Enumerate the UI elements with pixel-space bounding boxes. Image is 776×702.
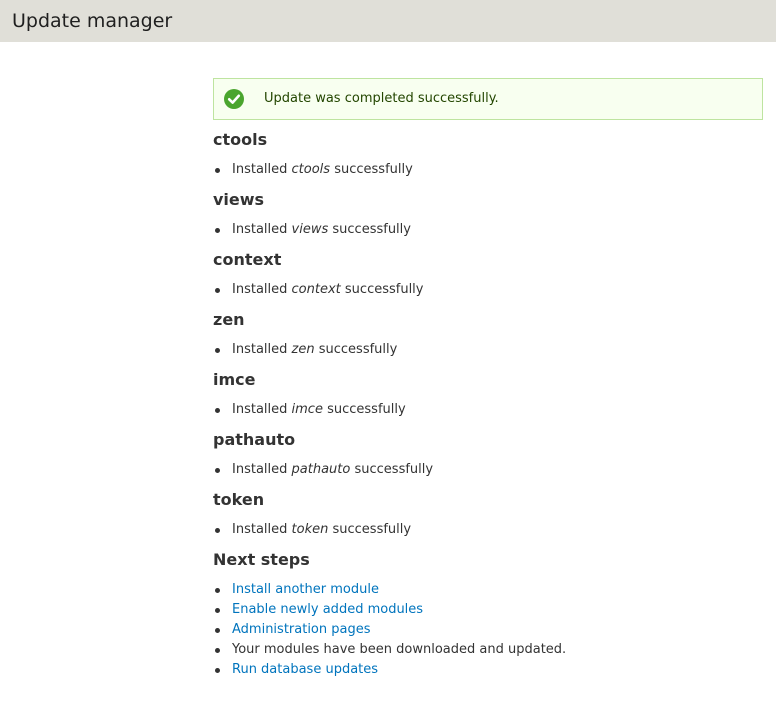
next-step-item: Enable newly added modules: [213, 600, 763, 620]
module-result-item: Installed ctools successfully: [213, 160, 763, 180]
download-status-text: Your modules have been downloaded and up…: [232, 642, 567, 657]
module-name: zen: [291, 342, 315, 357]
module-section-imce: imce Installed imce successfully: [213, 370, 763, 420]
next-step-item: Run database updates: [213, 660, 763, 680]
module-section-context: context Installed context successfully: [213, 250, 763, 300]
module-heading: context: [213, 250, 282, 269]
module-result-item: Installed zen successfully: [213, 340, 763, 360]
module-result-list: Installed ctools successfully: [213, 160, 763, 180]
status-text: Update was completed successfully.: [264, 91, 499, 106]
status-message: Update was completed successfully.: [213, 78, 763, 120]
run-database-updates-link[interactable]: Run database updates: [232, 662, 378, 677]
next-steps-list: Install another module Enable newly adde…: [213, 580, 763, 680]
module-heading: token: [213, 490, 265, 509]
module-name: imce: [291, 402, 323, 417]
module-result-item: Installed views successfully: [213, 220, 763, 240]
module-name: context: [291, 282, 341, 297]
enable-new-modules-link[interactable]: Enable newly added modules: [232, 602, 423, 617]
module-heading: ctools: [213, 130, 268, 149]
module-result-list: Installed token successfully: [213, 520, 763, 540]
module-name: pathauto: [291, 462, 351, 477]
module-section-token: token Installed token successfully: [213, 490, 763, 540]
module-heading: views: [213, 190, 265, 209]
module-name: token: [291, 522, 329, 537]
check-circle-icon: [224, 89, 244, 109]
next-step-item: Install another module: [213, 580, 763, 600]
module-result-list: Installed pathauto successfully: [213, 460, 763, 480]
next-steps-heading: Next steps: [213, 550, 310, 569]
module-result-item: Installed imce successfully: [213, 400, 763, 420]
module-section-pathauto: pathauto Installed pathauto successfully: [213, 430, 763, 480]
module-result-item: Installed token successfully: [213, 520, 763, 540]
module-section-ctools: ctools Installed ctools successfully: [213, 130, 763, 180]
module-result-list: Installed imce successfully: [213, 400, 763, 420]
administration-pages-link[interactable]: Administration pages: [232, 622, 371, 637]
module-result-list: Installed context successfully: [213, 280, 763, 300]
module-section-views: views Installed views successfully: [213, 190, 763, 240]
module-result-list: Installed zen successfully: [213, 340, 763, 360]
module-name: views: [291, 222, 329, 237]
page-title: Update manager: [12, 10, 173, 32]
next-step-item: Your modules have been downloaded and up…: [213, 640, 763, 660]
main-content: Update was completed successfully. ctool…: [213, 78, 763, 680]
next-step-item: Administration pages: [213, 620, 763, 640]
module-result-list: Installed views successfully: [213, 220, 763, 240]
module-result-item: Installed context successfully: [213, 280, 763, 300]
page-header: Update manager: [0, 0, 776, 42]
module-result-item: Installed pathauto successfully: [213, 460, 763, 480]
module-heading: pathauto: [213, 430, 296, 449]
next-steps-section: Next steps Install another module Enable…: [213, 550, 763, 680]
module-section-zen: zen Installed zen successfully: [213, 310, 763, 360]
install-another-module-link[interactable]: Install another module: [232, 582, 379, 597]
module-heading: imce: [213, 370, 256, 389]
module-name: ctools: [291, 162, 331, 177]
module-heading: zen: [213, 310, 245, 329]
